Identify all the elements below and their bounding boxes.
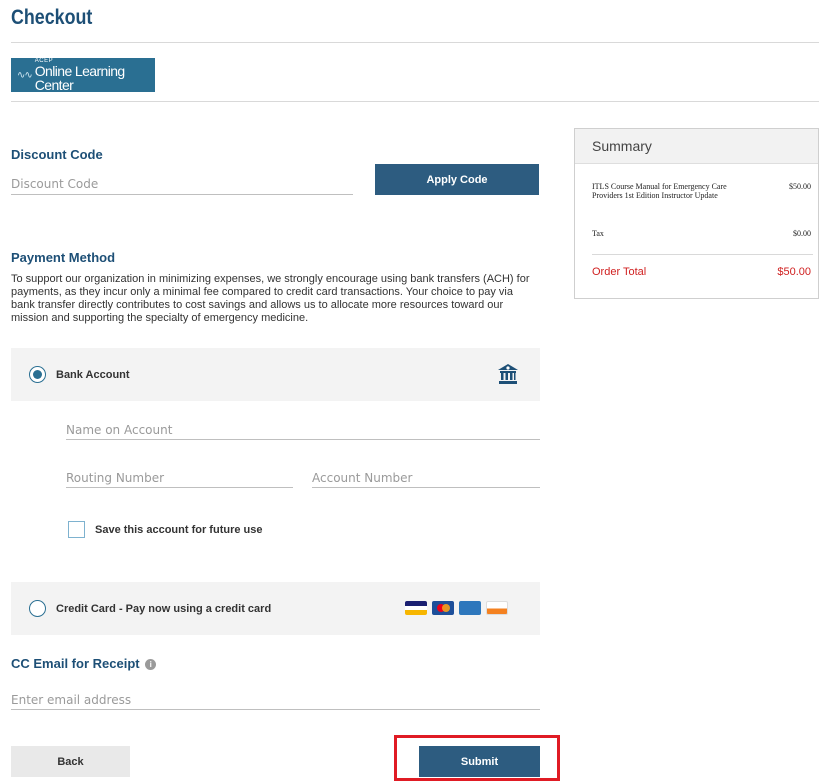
summary-divider	[592, 254, 813, 255]
routing-number-input[interactable]	[66, 470, 293, 488]
divider	[11, 42, 819, 43]
cc-email-input[interactable]	[11, 692, 540, 710]
bank-account-label: Bank Account	[56, 369, 130, 381]
logo-big-text: Online Learning Center	[34, 63, 125, 93]
summary-item-name: ITLS Course Manual for Emergency Care Pr…	[592, 182, 727, 200]
visa-icon	[405, 601, 427, 615]
save-account-checkbox[interactable]	[68, 521, 85, 538]
account-number-input[interactable]	[312, 470, 540, 488]
payment-description: To support our organization in minimizin…	[11, 273, 530, 324]
order-total-label: Order Total	[592, 266, 647, 278]
mastercard-icon	[432, 601, 454, 615]
submit-highlight-box	[394, 735, 560, 781]
cc-email-heading-text: CC Email for Receipt	[11, 656, 140, 671]
cc-email-heading: CC Email for Receipt i	[11, 656, 157, 671]
bank-account-option[interactable]: Bank Account	[11, 348, 540, 401]
order-summary: Summary ITLS Course Manual for Emergency…	[574, 128, 819, 299]
credit-card-label: Credit Card - Pay now using a credit car…	[56, 603, 272, 615]
discount-code-input[interactable]	[11, 176, 353, 195]
tax-label: Tax	[592, 229, 604, 238]
credit-card-option[interactable]: Credit Card - Pay now using a credit car…	[11, 582, 540, 635]
acep-logo: ∿∿ ACEP Online Learning Center	[11, 58, 155, 92]
payment-heading: Payment Method	[11, 250, 116, 265]
order-total-value: $50.00	[777, 266, 811, 278]
name-on-account-input[interactable]	[66, 422, 540, 440]
tax-value: $0.00	[793, 229, 811, 238]
info-icon[interactable]: i	[145, 659, 157, 670]
apply-code-button[interactable]: Apply Code	[375, 164, 539, 195]
heartbeat-icon: ∿∿	[17, 69, 33, 81]
summary-item-price: $50.00	[789, 182, 811, 191]
discover-icon	[486, 601, 508, 615]
credit-card-radio[interactable]	[29, 600, 46, 617]
bank-icon	[498, 364, 518, 384]
page-title: Checkout	[11, 6, 93, 29]
save-account-label: Save this account for future use	[95, 524, 263, 536]
discount-heading: Discount Code	[11, 147, 103, 162]
summary-heading: Summary	[575, 129, 818, 164]
divider	[11, 101, 819, 102]
back-button[interactable]: Back	[11, 746, 130, 777]
bank-account-radio[interactable]	[29, 366, 46, 383]
amex-icon	[459, 601, 481, 615]
